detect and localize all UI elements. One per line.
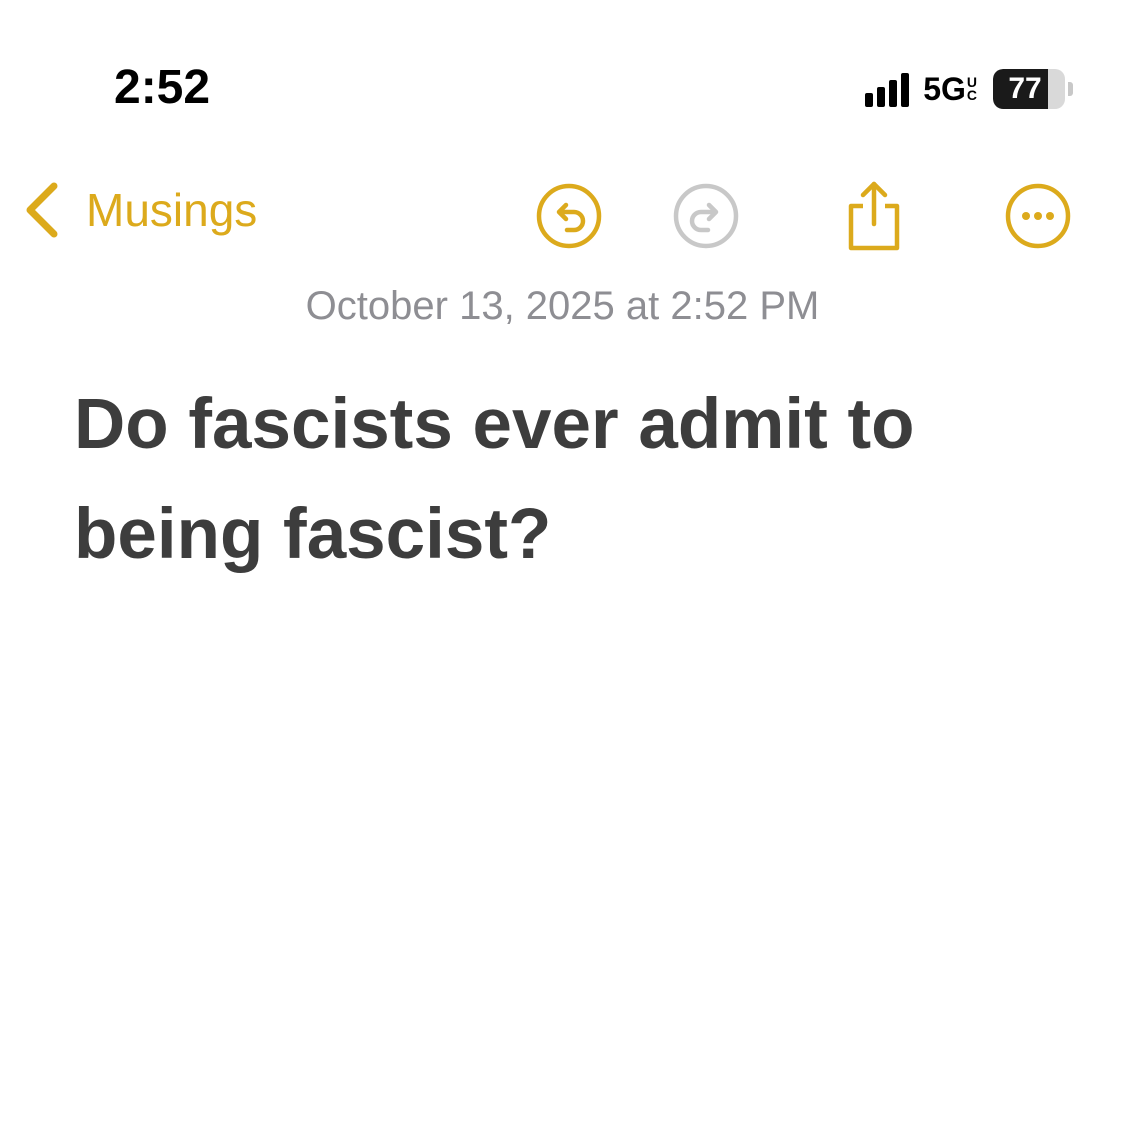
back-label: Musings	[86, 184, 258, 236]
chevron-left-icon	[26, 182, 58, 238]
back-button[interactable]: Musings	[22, 180, 257, 240]
battery-icon: 77	[993, 69, 1065, 109]
status-indicators: 5G U C 77	[865, 68, 1073, 110]
more-button[interactable]	[1002, 180, 1074, 252]
share-icon	[848, 181, 900, 251]
status-time: 2:52	[114, 61, 211, 114]
notes-screen: 2:52 5G U C 77 Musings October 13, 2025 …	[0, 0, 1125, 1125]
cellular-signal-icon	[865, 71, 913, 107]
redo-button[interactable]	[670, 180, 742, 252]
redo-icon	[673, 183, 739, 249]
more-icon	[1005, 183, 1071, 249]
battery-level: 77	[1008, 72, 1042, 105]
battery-nub	[1068, 82, 1073, 96]
undo-icon	[536, 183, 602, 249]
note-title[interactable]: Do fascists ever admit to being fascist?	[74, 370, 1074, 590]
network-suffix: U C	[966, 74, 977, 103]
network-label: 5G	[923, 70, 966, 107]
share-button[interactable]	[838, 180, 910, 252]
note-date: October 13, 2025 at 2:52 PM	[305, 284, 820, 328]
undo-button[interactable]	[533, 180, 605, 252]
network-type: 5G U C	[923, 71, 989, 108]
